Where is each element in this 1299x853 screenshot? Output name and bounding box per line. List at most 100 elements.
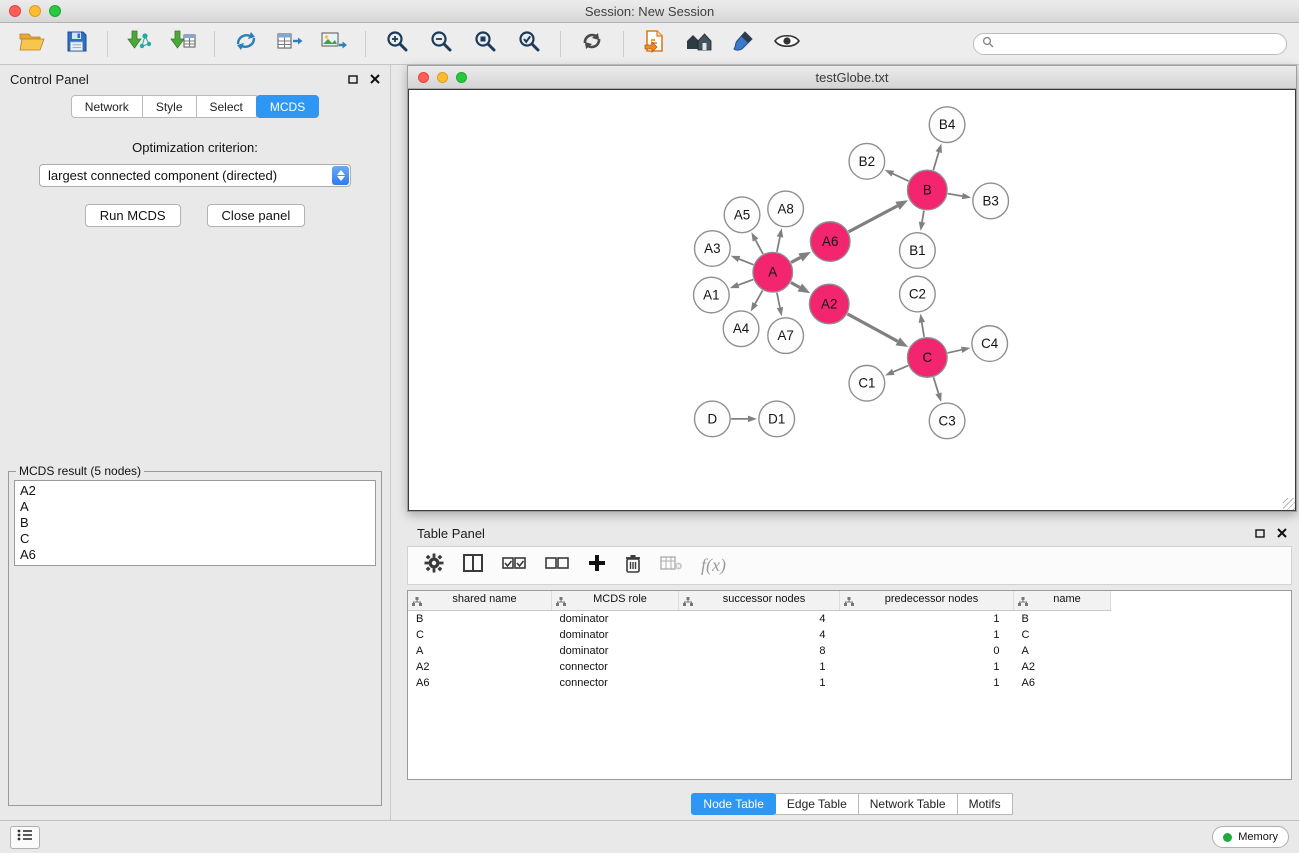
zoom-in-button[interactable] <box>377 27 417 61</box>
graph-node-A1[interactable]: A1 <box>694 277 730 313</box>
home-button[interactable] <box>679 27 719 61</box>
result-item[interactable]: B <box>20 515 370 531</box>
create-column-button[interactable] <box>588 554 606 577</box>
network-zoom-button[interactable] <box>456 72 467 83</box>
refresh-view-button[interactable] <box>572 27 612 61</box>
column-header-predecessor-nodes[interactable]: predecessor nodes <box>840 591 1014 611</box>
zoom-window-button[interactable] <box>49 5 61 17</box>
zoom-fit-button[interactable] <box>465 27 505 61</box>
tab-network[interactable]: Network <box>71 95 143 118</box>
close-panel-button[interactable]: Close panel <box>207 204 306 227</box>
table-row[interactable]: Bdominator41B <box>408 611 1111 628</box>
graph-node-A2[interactable]: A2 <box>809 284 849 324</box>
open-session-button[interactable] <box>12 27 52 61</box>
result-item[interactable]: A6 <box>20 547 370 563</box>
zoom-out-button[interactable] <box>421 27 461 61</box>
table-row[interactable]: Adominator80A <box>408 643 1111 659</box>
close-table-panel-button[interactable] <box>1277 528 1287 538</box>
column-header-MCDS-role[interactable]: MCDS role <box>552 591 679 611</box>
graph-node-A3[interactable]: A3 <box>695 231 731 267</box>
save-session-button[interactable] <box>56 27 96 61</box>
mcds-result-box: MCDS result (5 nodes) A2ABCA6 <box>8 464 382 806</box>
zoom-fit-icon <box>473 29 497 58</box>
graph-node-B1[interactable]: B1 <box>900 233 936 269</box>
column-header-shared-name[interactable]: shared name <box>408 591 552 611</box>
delete-column-button[interactable] <box>625 554 641 578</box>
tab-style[interactable]: Style <box>142 95 197 118</box>
network-minimize-button[interactable] <box>437 72 448 83</box>
graph-node-A8[interactable]: A8 <box>768 191 804 227</box>
graph-node-C[interactable]: C <box>907 338 947 378</box>
mcds-result-list[interactable]: A2ABCA6 <box>14 480 376 566</box>
close-panel-icon-button[interactable] <box>370 74 380 84</box>
control-panel: Control Panel NetworkStyleSelectMCDS Opt… <box>0 65 391 820</box>
graph-node-A[interactable]: A <box>753 252 793 292</box>
import-table-button[interactable] <box>163 27 203 61</box>
tab-select[interactable]: Select <box>196 95 257 118</box>
style-button[interactable] <box>723 27 763 61</box>
graph-node-B2[interactable]: B2 <box>849 143 885 179</box>
search-field[interactable] <box>973 33 1287 55</box>
graph-node-B3[interactable]: B3 <box>973 183 1009 219</box>
report-button[interactable] <box>635 27 675 61</box>
network-window-titlebar: testGlobe.txt <box>408 66 1296 89</box>
unselect-all-columns-button[interactable] <box>545 556 569 575</box>
network-view[interactable]: B4 B2 B B3 A8A5 A6 A3 B1 A C2 A1 A2 A4A7 C4 C C1 C3 D D1 <box>408 89 1296 511</box>
float-table-panel-button[interactable] <box>1255 529 1265 538</box>
task-history-button[interactable] <box>10 826 40 849</box>
delete-table-icon <box>660 555 682 576</box>
graph-node-B4[interactable]: B4 <box>929 107 965 143</box>
table-row[interactable]: A6connector11A6 <box>408 675 1111 691</box>
memory-status-icon <box>1223 833 1232 842</box>
graph-node-C4[interactable]: C4 <box>972 326 1008 362</box>
delete-table-button[interactable] <box>660 555 682 576</box>
network-close-button[interactable] <box>418 72 429 83</box>
graph-node-A6[interactable]: A6 <box>810 222 850 262</box>
table-row[interactable]: A2connector11A2 <box>408 659 1111 675</box>
graph-node-C1[interactable]: C1 <box>849 365 885 401</box>
column-header-successor-nodes[interactable]: successor nodes <box>679 591 840 611</box>
column-header-name[interactable]: name <box>1014 591 1111 611</box>
graph-node-B[interactable]: B <box>907 170 947 210</box>
result-item[interactable]: A <box>20 499 370 515</box>
float-panel-button[interactable] <box>348 75 358 84</box>
graph-node-C3[interactable]: C3 <box>929 403 965 439</box>
node-table[interactable]: shared nameMCDS rolesuccessor nodesprede… <box>407 590 1292 780</box>
function-builder-button[interactable]: f(x) <box>701 555 726 576</box>
show-columns-button[interactable] <box>463 554 483 577</box>
table-settings-button[interactable] <box>424 553 444 578</box>
select-all-columns-button[interactable] <box>502 556 526 575</box>
table-panel: Table Panel <box>407 520 1297 820</box>
application-window: Session: New Session <box>0 0 1299 853</box>
criterion-dropdown[interactable]: largest connected component (directed) <box>39 164 351 187</box>
tab-motifs[interactable]: Motifs <box>957 793 1013 815</box>
table-row[interactable]: Cdominator41C <box>408 627 1111 643</box>
result-item[interactable]: A2 <box>20 483 370 499</box>
zoom-selected-button[interactable] <box>509 27 549 61</box>
result-item[interactable]: C <box>20 531 370 547</box>
graph-node-D[interactable]: D <box>695 401 731 437</box>
tab-edge-table[interactable]: Edge Table <box>775 793 859 815</box>
tab-node-table[interactable]: Node Table <box>691 793 776 815</box>
graph-node-A4[interactable]: A4 <box>723 311 759 347</box>
show-hide-button[interactable] <box>767 27 807 61</box>
run-mcds-button[interactable]: Run MCDS <box>85 204 181 227</box>
graph-node-D1[interactable]: D1 <box>759 401 795 437</box>
tab-mcds[interactable]: MCDS <box>256 95 319 118</box>
graph-node-A5[interactable]: A5 <box>724 197 760 233</box>
table-panel-title: Table Panel <box>417 526 485 541</box>
tab-network-table[interactable]: Network Table <box>858 793 958 815</box>
search-input[interactable] <box>999 36 1278 52</box>
export-image-icon <box>321 30 347 57</box>
minimize-window-button[interactable] <box>29 5 41 17</box>
memory-button[interactable]: Memory <box>1212 826 1289 848</box>
export-image-button[interactable] <box>314 27 354 61</box>
import-network-button[interactable] <box>119 27 159 61</box>
graph-node-A7[interactable]: A7 <box>768 318 804 354</box>
resize-grip[interactable] <box>1283 498 1295 510</box>
export-network-button[interactable] <box>226 27 266 61</box>
main-toolbar <box>0 23 1299 65</box>
export-table-button[interactable] <box>270 27 310 61</box>
graph-node-C2[interactable]: C2 <box>900 276 936 312</box>
close-window-button[interactable] <box>9 5 21 17</box>
